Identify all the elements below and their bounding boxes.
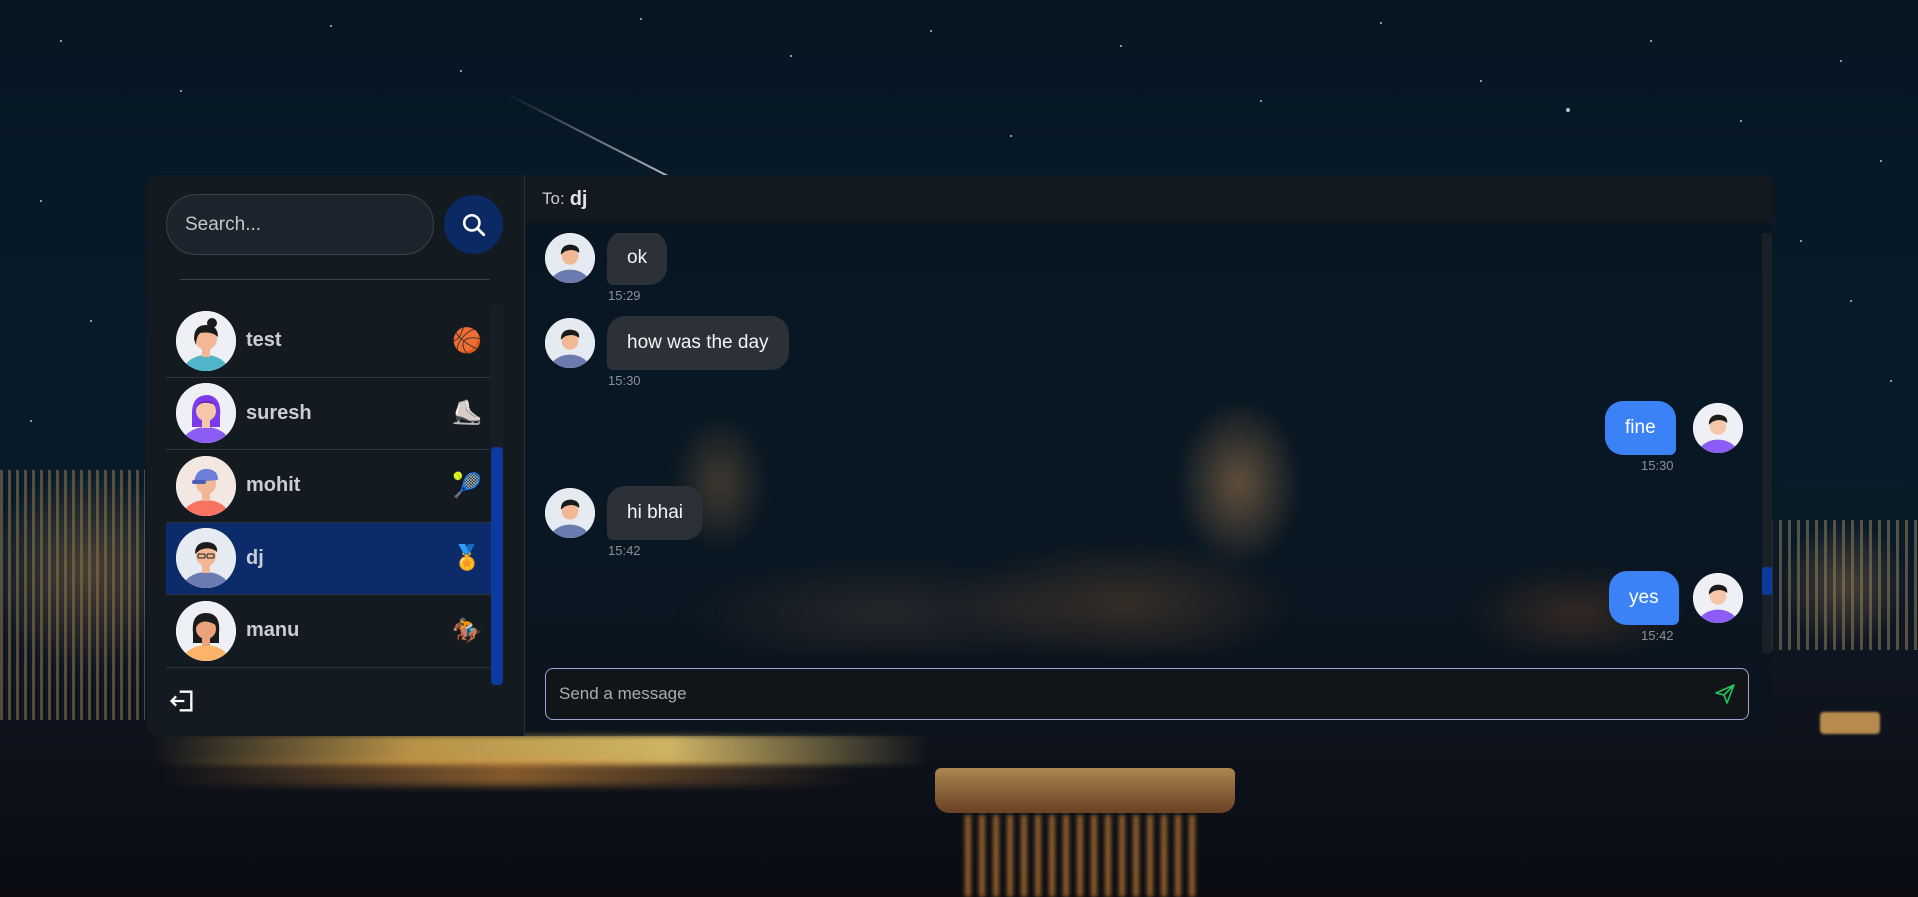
- message-bubble: fine: [1605, 401, 1676, 455]
- user-name: suresh: [246, 401, 312, 424]
- city-lights-right: [1770, 520, 1918, 650]
- divider: [180, 279, 490, 280]
- message-time: 15:42: [1641, 628, 1674, 643]
- tennis-icon: 🎾: [452, 472, 482, 500]
- user-name: test: [246, 329, 282, 352]
- horse-racing-icon: 🏇: [452, 617, 482, 645]
- sidebar: test 🏀 suresh ⛸️: [147, 175, 525, 736]
- distant-boat: [1820, 712, 1880, 734]
- conversation-item-dj[interactable]: dj 🏅: [166, 522, 496, 595]
- conversation-item-suresh[interactable]: suresh ⛸️: [166, 378, 496, 450]
- message-bubble: ok: [607, 233, 668, 285]
- boat-reflection: [965, 815, 1195, 897]
- to-label: To:: [542, 189, 565, 208]
- logout-icon: [169, 690, 193, 712]
- recipient-name: dj: [569, 187, 588, 210]
- man-cap-icon: [176, 455, 236, 516]
- chat-header: To: dj: [525, 175, 1774, 223]
- message-composer: [545, 668, 1749, 720]
- message-time: 15:30: [608, 373, 641, 388]
- search-button[interactable]: [444, 195, 503, 254]
- woman-dark-hair-icon: [176, 310, 236, 371]
- woman-purple-icon: [1693, 403, 1743, 453]
- man-glasses-icon: [545, 318, 595, 368]
- message-input[interactable]: [546, 669, 1696, 719]
- message-time: 15:30: [1641, 458, 1674, 473]
- message-time: 15:29: [608, 288, 641, 303]
- send-icon: [1715, 684, 1735, 704]
- sidebar-scrollbar-thumb[interactable]: [491, 447, 503, 685]
- woman-purple-icon: [176, 383, 236, 444]
- woman-orange-icon: [176, 600, 236, 661]
- conversation-item-test[interactable]: test 🏀: [166, 305, 496, 378]
- man-glasses-icon: [545, 233, 595, 283]
- send-button[interactable]: [1712, 682, 1738, 708]
- message-time: 15:42: [608, 543, 641, 558]
- woman-purple-icon: [1693, 573, 1743, 623]
- logout-button[interactable]: [167, 687, 197, 717]
- man-glasses-icon: [545, 488, 595, 538]
- basketball-icon: 🏀: [452, 327, 482, 355]
- chat-scrollbar-thumb[interactable]: [1762, 567, 1772, 595]
- man-glasses-icon: [176, 528, 236, 589]
- message-bubble: hi bhai: [607, 486, 703, 540]
- user-name: manu: [246, 619, 300, 642]
- ice-skate-icon: ⛸️: [452, 399, 482, 427]
- medal-icon: 🏅: [452, 544, 482, 572]
- message-list: ok 15:29 how was the day 15:30 fine 15:3…: [525, 233, 1762, 653]
- message-bubble: yes: [1609, 571, 1679, 625]
- water-reflection: [160, 760, 860, 786]
- conversation-item-manu[interactable]: manu 🏇: [166, 595, 496, 668]
- search-icon: [462, 213, 485, 236]
- ferry-boat: [935, 768, 1235, 813]
- city-lights-left: [0, 470, 145, 720]
- user-name: mohit: [246, 474, 301, 497]
- search-input[interactable]: [166, 194, 434, 255]
- user-name: dj: [246, 546, 264, 569]
- conversation-item-mohit[interactable]: mohit 🎾: [166, 450, 496, 523]
- message-bubble: how was the day: [607, 316, 789, 370]
- chat-pane: To: dj ok 15:29 how was the day 15:30 fi…: [525, 175, 1774, 736]
- chat-window: test 🏀 suresh ⛸️: [147, 175, 1774, 736]
- conversation-list: test 🏀 suresh ⛸️ mohit 🎾 dj 🏅 manu 🏇: [166, 305, 496, 685]
